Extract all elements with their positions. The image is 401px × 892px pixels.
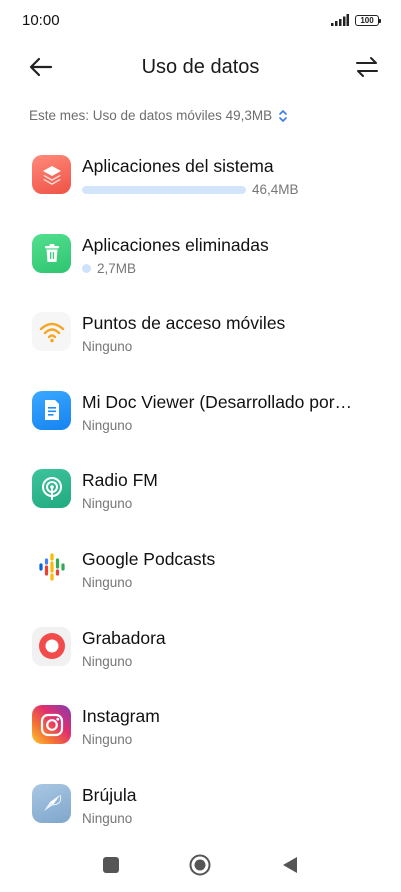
compass-icon: [32, 783, 71, 823]
chevron-up-down-icon: [279, 109, 287, 122]
app-name: Google Podcasts: [82, 548, 216, 569]
trash-icon: [32, 233, 71, 273]
status-bar: 10:00 100: [0, 0, 401, 44]
usage-value: Ninguno: [82, 574, 133, 590]
layers-icon: [32, 155, 71, 194]
list-item[interactable]: Instagram Ninguno: [0, 688, 401, 767]
home-button[interactable]: [189, 854, 211, 876]
page-title: Uso de datos: [141, 56, 260, 78]
usage-value: Ninguno: [82, 810, 133, 826]
app-name: Instagram: [82, 706, 160, 727]
list-item[interactable]: Mi Doc Viewer (Desarrollado por… Ninguno: [0, 374, 401, 453]
battery-icon: 100: [355, 14, 381, 26]
period-selector[interactable]: Este mes: Uso de datos móviles 49,3MB: [29, 108, 288, 123]
list-item[interactable]: Brújula Ninguno: [0, 767, 401, 846]
battery-level: 100: [360, 15, 374, 25]
app-name: Aplicaciones eliminadas: [82, 234, 269, 255]
instagram-icon: [32, 705, 71, 745]
recents-button[interactable]: [102, 856, 120, 874]
list-item[interactable]: Aplicaciones eliminadas 2,7MB: [0, 217, 401, 296]
list-item[interactable]: Google Podcasts Ninguno: [0, 531, 401, 610]
list-item[interactable]: Radio FM Ninguno: [0, 452, 401, 531]
usage-row: 2,7MB: [82, 261, 136, 276]
usage-value: Ninguno: [82, 339, 133, 355]
usage-row: 46,4MB: [82, 182, 299, 197]
podcasts-icon: [32, 547, 71, 587]
recorder-icon: [32, 626, 71, 666]
document-icon: [32, 390, 71, 430]
usage-value: Ninguno: [82, 732, 133, 748]
app-name: Radio FM: [82, 470, 158, 491]
app-name: Grabadora: [82, 627, 166, 648]
wifi-hotspot-icon: [32, 312, 71, 352]
navigation-bar: [0, 844, 401, 892]
swap-icon[interactable]: [355, 55, 379, 79]
app-data-list: Aplicaciones del sistema 46,4MB Aplicaci…: [0, 138, 401, 845]
list-item[interactable]: Grabadora Ninguno: [0, 610, 401, 689]
usage-bar: [82, 185, 246, 194]
list-item[interactable]: Aplicaciones del sistema 46,4MB: [0, 138, 401, 217]
status-icons: 100: [331, 14, 381, 26]
back-button[interactable]: [282, 856, 298, 874]
period-label: Este mes: Uso de datos móviles 49,3MB: [29, 108, 273, 123]
usage-value: Ninguno: [82, 653, 133, 669]
status-time: 10:00: [22, 12, 60, 29]
usage-value: 2,7MB: [97, 260, 137, 276]
app-name: Aplicaciones del sistema: [82, 156, 274, 176]
usage-value: 46,4MB: [252, 182, 299, 197]
usage-dot: [82, 263, 91, 273]
usage-value: Ninguno: [82, 496, 133, 512]
app-name: Mi Doc Viewer (Desarrollado por…: [82, 391, 353, 412]
list-item[interactable]: Puntos de acceso móviles Ninguno: [0, 295, 401, 374]
app-name: Brújula: [82, 784, 137, 805]
radio-icon: [32, 469, 71, 509]
header: Uso de datos: [0, 44, 401, 94]
usage-value: Ninguno: [82, 417, 133, 433]
signal-icon: [331, 14, 349, 26]
app-name: Puntos de acceso móviles: [82, 313, 286, 334]
